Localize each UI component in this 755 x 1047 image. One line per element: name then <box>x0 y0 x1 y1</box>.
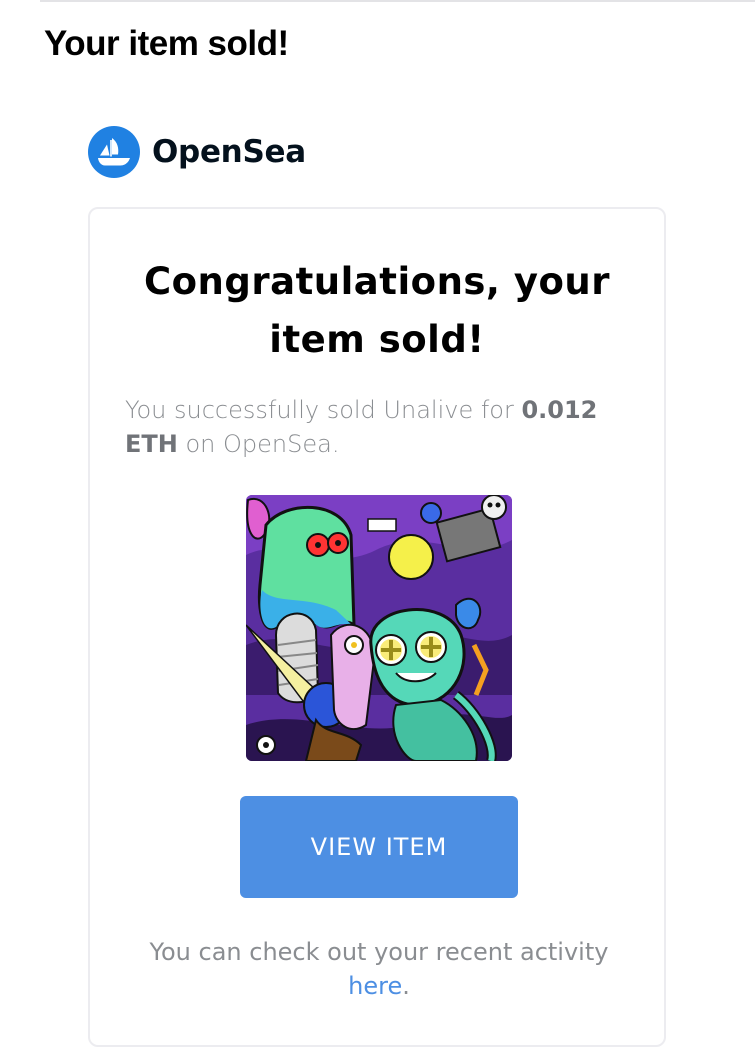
opensea-logo-icon <box>88 126 140 178</box>
message-suffix: on OpenSea. <box>177 430 340 458</box>
sale-price: 0.012 <box>521 396 598 424</box>
headline-line-2: item sold! <box>269 318 485 361</box>
nft-artwork-image[interactable] <box>246 495 512 761</box>
footer-period: . <box>402 972 410 1000</box>
top-divider <box>40 0 755 2</box>
brand-name: OpenSea <box>152 134 306 170</box>
sale-currency: ETH <box>125 430 178 458</box>
recent-activity-link[interactable]: here <box>348 972 402 1000</box>
email-subject: Your item sold! <box>44 24 289 63</box>
recent-activity-text: You can check out your recent activity <box>149 938 609 966</box>
congratulations-headline: Congratulations, your item sold! <box>90 253 664 369</box>
view-item-button[interactable]: VIEW ITEM <box>240 796 518 898</box>
sale-message: You successfully sold Unalive for 0.012 E… <box>125 393 645 461</box>
recent-activity-note: You can check out your recent activity he… <box>120 935 638 1003</box>
brand-header: OpenSea <box>88 125 306 179</box>
sale-notification-card: Congratulations, your item sold! You suc… <box>88 207 666 1047</box>
headline-line-1: Congratulations, your <box>143 260 610 303</box>
message-prefix: You successfully sold Unalive for <box>125 396 522 424</box>
